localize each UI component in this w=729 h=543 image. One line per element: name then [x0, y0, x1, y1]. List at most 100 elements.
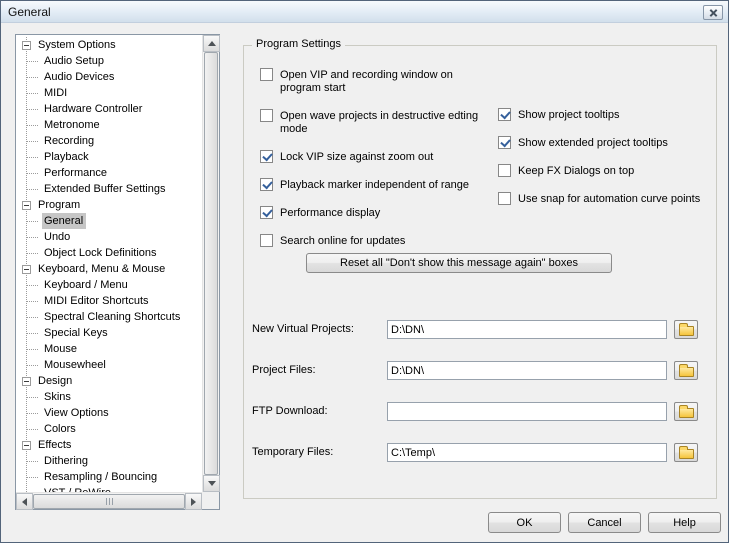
- tree-item[interactable]: Special Keys: [16, 325, 202, 341]
- path-input[interactable]: [387, 443, 667, 462]
- tree-item[interactable]: Undo: [16, 229, 202, 245]
- scroll-up-button[interactable]: [203, 35, 220, 52]
- tree-item-label: Metronome: [44, 119, 100, 131]
- collapse-icon[interactable]: [22, 441, 31, 450]
- tree-item[interactable]: Hardware Controller: [16, 101, 202, 117]
- ok-button[interactable]: OK: [488, 512, 561, 533]
- tree-item[interactable]: View Options: [16, 405, 202, 421]
- tree-item-label: VST / ReWire: [42, 485, 114, 492]
- tree-item-label: Extended Buffer Settings: [44, 183, 166, 195]
- program-settings-group: Program Settings Open VIP and recording …: [243, 38, 717, 499]
- tree-item-label: MIDI Editor Shortcuts: [44, 295, 149, 307]
- scroll-right-button[interactable]: [185, 493, 202, 510]
- tree-guide-line: [27, 157, 39, 158]
- tree-horizontal-scrollbar[interactable]: [16, 492, 202, 510]
- tree-item[interactable]: Recording: [16, 133, 202, 149]
- browse-folder-button[interactable]: [674, 320, 698, 339]
- tree-guide-line: [27, 141, 39, 142]
- tree-item-label: Recording: [44, 135, 95, 147]
- browse-folder-button[interactable]: [674, 402, 698, 421]
- tree-item[interactable]: Extended Buffer Settings: [16, 181, 202, 197]
- horizontal-scrollbar-thumb[interactable]: [33, 494, 185, 509]
- tree-item[interactable]: Mouse: [16, 341, 202, 357]
- tree-item[interactable]: MIDI: [16, 85, 202, 101]
- tree-guide-line: [27, 429, 39, 430]
- vertical-scrollbar-thumb[interactable]: [204, 52, 218, 475]
- scroll-grip-icon: [108, 498, 110, 505]
- tree-item[interactable]: MIDI Editor Shortcuts: [16, 293, 202, 309]
- tree-item[interactable]: Keyboard / Menu: [16, 277, 202, 293]
- folder-icon: [678, 363, 694, 377]
- tree-item-label: Audio Setup: [44, 55, 104, 67]
- path-label: Project Files:: [252, 364, 316, 376]
- tree-item[interactable]: Resampling / Bouncing: [16, 469, 202, 485]
- tree-vertical-scrollbar[interactable]: [202, 35, 220, 492]
- tree-item[interactable]: Colors: [16, 421, 202, 437]
- minus-icon: [24, 45, 29, 46]
- tree-item-label: Special Keys: [44, 327, 108, 339]
- titlebar[interactable]: General: [1, 1, 728, 23]
- browse-folder-button[interactable]: [674, 443, 698, 462]
- tree-item[interactable]: System Options: [16, 37, 202, 53]
- tree-item[interactable]: Audio Setup: [16, 53, 202, 69]
- scroll-left-button[interactable]: [16, 493, 33, 510]
- tree-item[interactable]: VST / ReWire: [16, 485, 202, 492]
- tree-item[interactable]: Performance: [16, 165, 202, 181]
- scroll-grip-icon: [105, 498, 107, 505]
- tree-item-label: Resampling / Bouncing: [44, 471, 158, 483]
- tree-item-label: Mousewheel: [44, 359, 106, 371]
- cancel-button[interactable]: Cancel: [568, 512, 641, 533]
- tree-item[interactable]: General: [16, 213, 202, 229]
- minus-icon: [24, 445, 29, 446]
- tree-item-label: Undo: [44, 231, 71, 243]
- browse-folder-button[interactable]: [674, 361, 698, 380]
- tree-item[interactable]: Program: [16, 197, 202, 213]
- tree-guide-line: [27, 477, 39, 478]
- tree-item-label: Object Lock Definitions: [44, 247, 157, 259]
- help-button[interactable]: Help: [648, 512, 721, 533]
- path-input[interactable]: [387, 320, 667, 339]
- tree-item-label: Program: [38, 199, 81, 211]
- tree-item-label: View Options: [44, 407, 109, 419]
- arrow-left-icon: [22, 497, 27, 506]
- tree-item-label: Mouse: [44, 343, 78, 355]
- path-fields: New Virtual Projects: Project Files: FTP D…: [252, 46, 708, 498]
- tree-item[interactable]: Skins: [16, 389, 202, 405]
- tree-guide-line: [27, 189, 39, 190]
- tree-guide-line: [27, 77, 39, 78]
- settings-tree: System Options Audio Setup Audio Devices MI…: [15, 34, 220, 510]
- tree-item[interactable]: Dithering: [16, 453, 202, 469]
- tree-item-label: General: [42, 213, 87, 229]
- close-button[interactable]: [703, 5, 723, 20]
- tree-item[interactable]: Audio Devices: [16, 69, 202, 85]
- tree-guide-line: [27, 301, 39, 302]
- tree-guide-line: [27, 333, 39, 334]
- path-row: Temporary Files:: [252, 443, 702, 463]
- close-icon: [709, 8, 718, 17]
- tree-item[interactable]: Metronome: [16, 117, 202, 133]
- path-label: New Virtual Projects:: [252, 323, 354, 335]
- tree-guide-line: [27, 397, 39, 398]
- collapse-icon[interactable]: [22, 377, 31, 386]
- tree-guide-line: [27, 173, 39, 174]
- tree-item[interactable]: Keyboard, Menu & Mouse: [16, 261, 202, 277]
- path-row: New Virtual Projects:: [252, 320, 702, 340]
- tree-item[interactable]: Design: [16, 373, 202, 389]
- tree-item[interactable]: Effects: [16, 437, 202, 453]
- tree-guide-line: [27, 253, 39, 254]
- path-label: FTP Download:: [252, 405, 328, 417]
- tree-item-label: Skins: [44, 391, 71, 403]
- collapse-icon[interactable]: [22, 265, 31, 274]
- tree-guide-line: [27, 221, 39, 222]
- tree-item[interactable]: Playback: [16, 149, 202, 165]
- tree-item[interactable]: Mousewheel: [16, 357, 202, 373]
- path-input[interactable]: [387, 402, 667, 421]
- tree-guide-line: [27, 349, 39, 350]
- path-input[interactable]: [387, 361, 667, 380]
- tree-item[interactable]: Object Lock Definitions: [16, 245, 202, 261]
- tree-item-label: Dithering: [44, 455, 89, 467]
- scroll-down-button[interactable]: [203, 475, 220, 492]
- tree-item[interactable]: Spectral Cleaning Shortcuts: [16, 309, 202, 325]
- collapse-icon[interactable]: [22, 41, 31, 50]
- collapse-icon[interactable]: [22, 201, 31, 210]
